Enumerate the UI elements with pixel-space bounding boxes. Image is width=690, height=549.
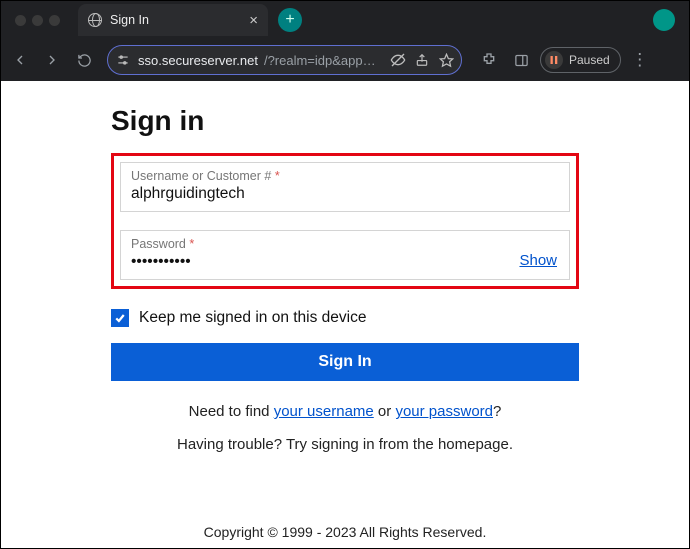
eye-off-icon[interactable] — [389, 51, 407, 69]
tab-close-icon[interactable]: × — [249, 12, 258, 29]
globe-icon — [88, 13, 102, 27]
profile-avatar[interactable] — [653, 9, 675, 31]
required-mark: * — [275, 169, 280, 183]
find-links-text: Need to find your username or your passw… — [111, 403, 579, 420]
tab-title: Sign In — [110, 13, 241, 27]
window-close-dot[interactable] — [15, 15, 26, 26]
pause-icon — [545, 51, 563, 69]
share-icon[interactable] — [413, 51, 431, 69]
menu-kebab-icon[interactable]: ⋮ — [627, 47, 653, 73]
show-password-link[interactable]: Show — [519, 252, 557, 269]
tab-bar: Sign In × + — [1, 1, 689, 39]
url-host: sso.secureserver.net — [138, 53, 258, 68]
paused-label: Paused — [569, 53, 610, 67]
browser-chrome: Sign In × + sso.secureserver.net /?realm=… — [1, 1, 689, 81]
extensions-icon[interactable] — [476, 47, 502, 73]
back-button[interactable] — [7, 47, 33, 73]
footer-copyright: Copyright © 1999 - 2023 All Rights Reser… — [1, 524, 689, 540]
page-viewport: Sign in Username or Customer # * alphrgu… — [1, 81, 689, 548]
keep-signed-in-row[interactable]: Keep me signed in on this device — [111, 309, 579, 327]
profile-paused-chip[interactable]: Paused — [540, 47, 621, 73]
bookmark-star-icon[interactable] — [437, 51, 455, 69]
username-field[interactable]: Username or Customer # * alphrguidingtec… — [120, 162, 570, 212]
password-value[interactable]: ••••••••••• — [131, 253, 559, 271]
find-password-link[interactable]: your password — [395, 403, 493, 420]
trouble-text: Having trouble? Try signing in from the … — [111, 436, 579, 453]
find-username-link[interactable]: your username — [274, 403, 374, 420]
password-field[interactable]: Password * ••••••••••• Show — [120, 230, 570, 280]
username-label: Username or Customer # — [131, 169, 271, 183]
toolbar: sso.secureserver.net /?realm=idp&app… — [1, 39, 689, 81]
browser-tab[interactable]: Sign In × — [78, 4, 268, 36]
new-tab-button[interactable]: + — [278, 8, 302, 32]
side-panel-icon[interactable] — [508, 47, 534, 73]
username-value[interactable]: alphrguidingtech — [131, 185, 559, 203]
highlighted-form-area: Username or Customer # * alphrguidingtec… — [111, 153, 579, 289]
window-min-dot[interactable] — [32, 15, 43, 26]
sign-in-button[interactable]: Sign In — [111, 343, 579, 381]
forward-button[interactable] — [39, 47, 65, 73]
password-label: Password — [131, 237, 186, 251]
address-bar[interactable]: sso.secureserver.net /?realm=idp&app… — [107, 45, 462, 75]
reload-button[interactable] — [71, 47, 97, 73]
required-mark: * — [189, 237, 194, 251]
site-settings-icon[interactable] — [114, 51, 132, 69]
window-controls — [5, 15, 70, 26]
keep-signed-in-label: Keep me signed in on this device — [139, 309, 366, 327]
page-title: Sign in — [111, 105, 579, 137]
url-path: /?realm=idp&app… — [264, 53, 376, 68]
window-max-dot[interactable] — [49, 15, 60, 26]
keep-signed-in-checkbox[interactable] — [111, 309, 129, 327]
